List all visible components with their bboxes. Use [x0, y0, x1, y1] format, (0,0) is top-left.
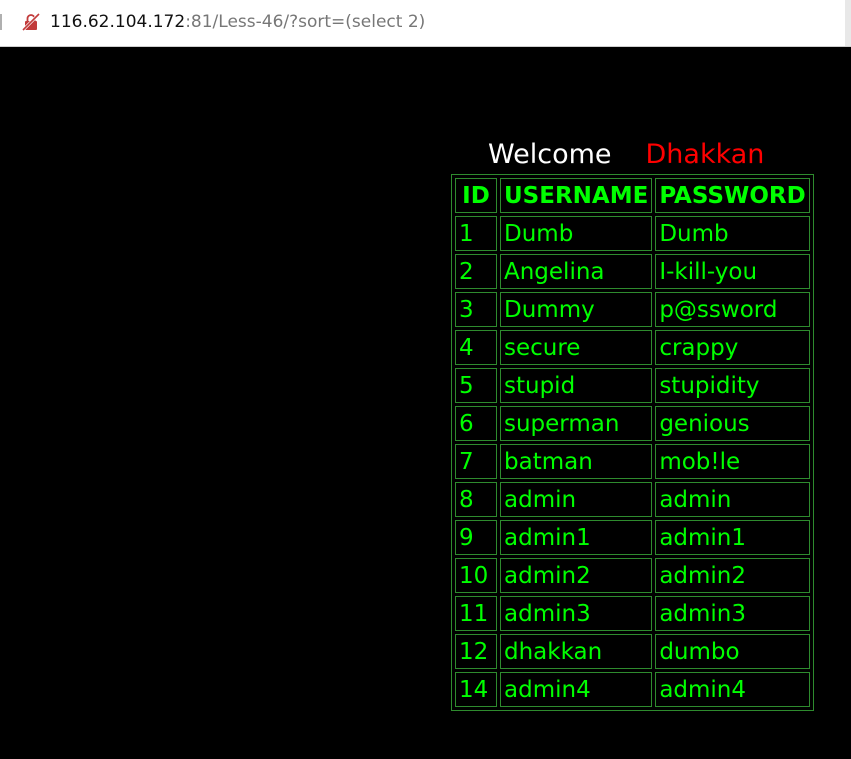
table-row: 3 Dummy p@ssword	[455, 292, 810, 327]
column-header-id: ID	[455, 178, 497, 213]
table-row: 12 dhakkan dumbo	[455, 634, 810, 669]
column-header-username: USERNAME	[500, 178, 653, 213]
cell-id: 9	[455, 520, 497, 555]
cell-username: admin2	[500, 558, 653, 593]
users-table: ID USERNAME PASSWORD 1 Dumb Dumb 2 Angelina I…	[451, 174, 814, 711]
cell-password: Dumb	[655, 216, 810, 251]
cell-id: 12	[455, 634, 497, 669]
table-row: 11 admin3 admin3	[455, 596, 810, 631]
cell-id: 3	[455, 292, 497, 327]
address-bar[interactable]: 116.62.104.172:81/Less-46/?sort=(select …	[0, 0, 851, 47]
cell-username: admin4	[500, 672, 653, 707]
cell-username: admin1	[500, 520, 653, 555]
cell-id: 1	[455, 216, 497, 251]
cell-id: 11	[455, 596, 497, 631]
url-host: 116.62.104.172	[50, 12, 186, 32]
table-row: 14 admin4 admin4	[455, 672, 810, 707]
table-row: 9 admin1 admin1	[455, 520, 810, 555]
cell-password: admin	[655, 482, 810, 517]
cell-username: stupid	[500, 368, 653, 403]
address-bar-scroll	[845, 0, 851, 46]
cell-id: 6	[455, 406, 497, 441]
cell-id: 2	[455, 254, 497, 289]
cell-id: 14	[455, 672, 497, 707]
table-row: 10 admin2 admin2	[455, 558, 810, 593]
table-row: 5 stupid stupidity	[455, 368, 810, 403]
cell-password: mob!le	[655, 444, 810, 479]
cell-id: 7	[455, 444, 497, 479]
cell-username: Dumb	[500, 216, 653, 251]
cell-password: genious	[655, 406, 810, 441]
url-field[interactable]: 116.62.104.172:81/Less-46/?sort=(select …	[50, 10, 425, 34]
welcome-message: Welcome Dhakkan	[488, 138, 764, 172]
table-row: 7 batman mob!le	[455, 444, 810, 479]
cell-id: 8	[455, 482, 497, 517]
table-row: 4 secure crappy	[455, 330, 810, 365]
welcome-username: Dhakkan	[645, 139, 765, 170]
table-row: 1 Dumb Dumb	[455, 216, 810, 251]
cell-username: Dummy	[500, 292, 653, 327]
table-row: 2 Angelina I-kill-you	[455, 254, 810, 289]
cell-password: dumbo	[655, 634, 810, 669]
cell-id: 5	[455, 368, 497, 403]
cell-username: secure	[500, 330, 653, 365]
cell-username: dhakkan	[500, 634, 653, 669]
table-row: 6 superman genious	[455, 406, 810, 441]
cell-username: admin3	[500, 596, 653, 631]
table-header-row: ID USERNAME PASSWORD	[455, 178, 810, 213]
not-secure-icon[interactable]	[21, 12, 41, 32]
url-path: :81/Less-46/?sort=(select 2)	[185, 12, 426, 32]
cell-password: admin3	[655, 596, 810, 631]
address-bar-edge	[0, 14, 2, 30]
cell-username: batman	[500, 444, 653, 479]
cell-username: Angelina	[500, 254, 653, 289]
cell-password: p@ssword	[655, 292, 810, 327]
cell-password: stupidity	[655, 368, 810, 403]
welcome-text: Welcome	[488, 139, 612, 170]
cell-password: admin1	[655, 520, 810, 555]
cell-password: crappy	[655, 330, 810, 365]
column-header-password: PASSWORD	[655, 178, 810, 213]
cell-password: I-kill-you	[655, 254, 810, 289]
cell-password: admin4	[655, 672, 810, 707]
cell-password: admin2	[655, 558, 810, 593]
cell-username: admin	[500, 482, 653, 517]
cell-username: superman	[500, 406, 653, 441]
cell-id: 10	[455, 558, 497, 593]
table-row: 8 admin admin	[455, 482, 810, 517]
cell-id: 4	[455, 330, 497, 365]
